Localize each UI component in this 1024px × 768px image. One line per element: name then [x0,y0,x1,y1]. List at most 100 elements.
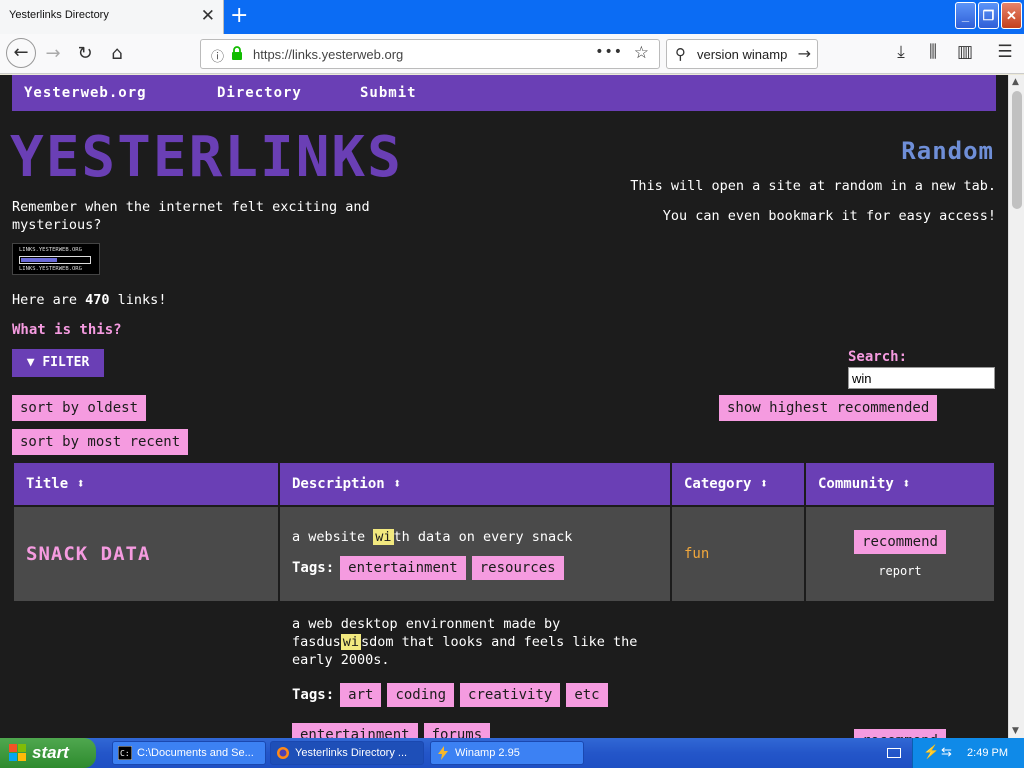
page-scrollbar[interactable]: ▲ ▼ [1008,75,1024,738]
tag[interactable]: creativity [460,683,561,707]
link-category[interactable]: fun [672,546,709,562]
download-icon[interactable]: ⤓ [890,42,912,62]
sort-recommended-button[interactable]: show highest recommended [719,395,938,421]
tray-network-icon[interactable]: ⇆ [941,744,952,760]
random-bookmark-note: You can even bookmark it for easy access… [662,208,996,224]
column-header-title[interactable]: Title ⬍ [14,463,278,507]
nav-directory-link[interactable]: Directory [217,85,302,101]
desc-text: a website [292,529,374,545]
task-browser[interactable]: Yesterlinks Directory ... [270,741,424,765]
reload-icon[interactable]: ↻ [72,42,98,66]
recommend-button[interactable]: recommend [854,530,946,554]
desc-text: th data on every snack [393,529,573,545]
minimize-button[interactable]: _ [955,2,976,29]
page-actions-icon[interactable]: ••• [595,44,623,60]
tag-list: Tags: entertainment resources [292,556,658,580]
tag[interactable]: entertainment [340,556,466,580]
what-is-this-link[interactable]: What is this? [12,322,122,338]
nav-submit-link[interactable]: Submit [360,85,417,101]
url-bar[interactable]: ⓘ https://links.yesterweb.org ••• ☆ [200,39,660,69]
sidebar-icon[interactable]: ▥ [954,42,976,62]
close-tab-icon[interactable]: ✕ [201,6,215,26]
search-highlight: wi [340,634,362,650]
bookmark-star-icon[interactable]: ☆ [634,43,649,63]
filter-button[interactable]: ▼ FILTER [12,349,104,377]
funnel-icon: ▼ [26,355,35,370]
site-logo: YESTERLINKS [10,125,403,190]
search-highlight: wi [373,529,394,545]
search-input[interactable] [848,367,995,389]
column-header-category[interactable]: Category ⬍ [672,463,804,507]
start-label: start [32,743,69,762]
tag[interactable]: art [340,683,382,707]
home-icon[interactable]: ⌂ [104,42,130,66]
windows-flag-icon [9,744,26,761]
task-winamp[interactable]: Winamp 2.95 [430,741,584,765]
link-title[interactable]: SNACK DATA [14,543,150,565]
restore-button[interactable]: ❐ [978,2,999,29]
search-go-icon[interactable]: → [798,44,811,63]
svg-text:C:: C: [120,749,130,758]
count-prefix: Here are [12,292,86,308]
menu-icon[interactable]: ☰ [994,42,1016,62]
lock-icon [232,46,242,60]
browser-search-bar[interactable]: ⚲ version winamp → [666,39,818,69]
window-controls: _ ❐ ✕ [955,2,1022,29]
sort-recent-button[interactable]: sort by most recent [12,429,189,455]
badge-bar [19,256,91,264]
firefox-icon [277,747,289,759]
link-description: a web desktop environment made by fasdus… [292,615,658,669]
scroll-up-icon[interactable]: ▲ [1012,77,1019,87]
scroll-down-icon[interactable]: ▼ [1012,726,1019,736]
search-label: Search: [848,349,908,365]
browser-navbar: ← → ↻ ⌂ ⓘ https://links.yesterweb.org ••… [0,34,1024,74]
new-tab-icon[interactable]: + [230,3,248,28]
task-label: C:\Documents and Se... [137,747,254,759]
start-button[interactable]: start [0,738,96,768]
url-text: https://links.yesterweb.org [253,47,404,62]
links-table: Title ⬍ Description ⬍ Category ⬍ Communi… [12,463,996,738]
report-link[interactable]: report [806,564,994,578]
nav-yesterweb-link[interactable]: Yesterweb.org [24,85,147,101]
search-icon: ⚲ [675,45,686,63]
tag[interactable]: entertainment [292,723,418,738]
count-suffix: links! [109,292,167,308]
library-icon[interactable]: ⫼ [922,42,944,62]
task-label: Winamp 2.95 [455,747,520,759]
column-header-community[interactable]: Community ⬍ [806,463,994,507]
tag[interactable]: coding [387,683,455,707]
command-prompt-icon: C: [118,746,132,760]
random-link[interactable]: Random [901,137,994,165]
winamp-icon [438,746,448,760]
column-header-description[interactable]: Description ⬍ [280,463,670,507]
badge-text-bottom: LINKS.YESTERWEB.ORG [19,266,82,272]
keyboard-icon[interactable] [887,748,901,758]
tag-list: Tags: art coding creativity etc entertai… [292,683,658,738]
browser-tab-bar: Yesterlinks Directory ✕ + _ ❐ ✕ [0,0,1024,34]
browser-tab[interactable]: Yesterlinks Directory ✕ [0,0,224,34]
taskbar: start C: C:\Documents and Se... Yesterli… [0,738,1024,768]
table-row: a web desktop environment made by fasdus… [14,601,994,738]
task-cmd[interactable]: C: C:\Documents and Se... [112,741,266,765]
link-count: Here are 470 links! [12,292,166,308]
tray-winamp-icon[interactable]: ⚡ [923,744,939,760]
task-label: Yesterlinks Directory ... [295,747,408,759]
tagline: Remember when the internet felt exciting… [12,199,370,233]
tag[interactable]: forums [423,723,491,738]
close-window-button[interactable]: ✕ [1001,2,1022,29]
random-description: This will open a site at random in a new… [630,178,996,194]
sort-oldest-button[interactable]: sort by oldest [12,395,147,421]
recommend-button[interactable]: recommend [854,729,946,738]
badge-text: LINKS.YESTERWEB.ORG [19,247,82,253]
tag[interactable]: etc [566,683,608,707]
tag[interactable]: resources [471,556,564,580]
tab-title: Yesterlinks Directory [9,9,109,21]
scroll-thumb[interactable] [1012,91,1022,209]
site-badge[interactable]: LINKS.YESTERWEB.ORG LINKS.YESTERWEB.ORG [12,243,100,275]
tags-label: Tags: [292,560,335,576]
clock[interactable]: 2:49 PM [967,747,1008,759]
back-icon[interactable]: ← [6,38,36,68]
forward-icon[interactable]: → [40,42,66,66]
info-icon[interactable]: ⓘ [211,46,224,65]
count-value: 470 [85,292,110,308]
